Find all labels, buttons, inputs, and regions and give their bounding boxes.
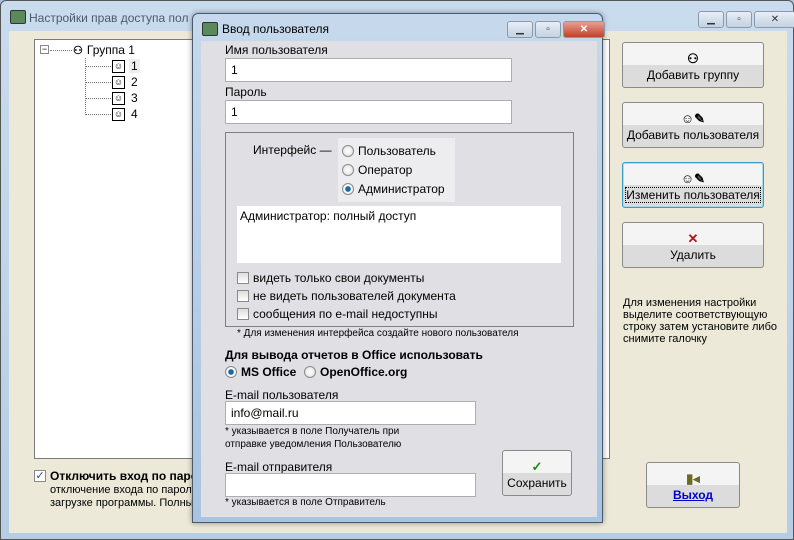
radio-selected-icon [225, 366, 237, 378]
interface-label-text: Интерфейс [253, 143, 317, 157]
checkbox-checked-icon: ✓ [34, 470, 46, 482]
hint-text: Для изменения настройки выделите соответ… [623, 297, 777, 345]
save-button[interactable]: ✓ Сохранить [502, 450, 572, 496]
user-email-note: отправке уведомления Пользователю [225, 439, 402, 450]
desc-line: загрузке программы. Полны [50, 497, 194, 509]
user-icon: ☺ [112, 107, 125, 121]
tree-user[interactable]: ☺ 2 [112, 75, 140, 89]
checkbox-icon [237, 290, 249, 302]
delete-x-icon: ✕ [687, 231, 699, 246]
interface-group: Интерфейс — Пользователь Оператор Админи… [225, 132, 574, 327]
interface-label: Интерфейс — [253, 143, 332, 157]
disable-password-checkbox[interactable]: ✓ Отключить вход по паро [34, 469, 198, 483]
radio-icon [304, 366, 316, 378]
interface-dash: — [319, 143, 332, 157]
dialog-maximize-button[interactable]: ▫ [535, 21, 561, 38]
radio-icon [342, 145, 354, 157]
interface-note: * Для изменения интерфейса создайте ново… [237, 328, 519, 339]
tree-user[interactable]: ☺ 1 [112, 59, 140, 73]
tree-group[interactable]: ⚇ Группа 1 [73, 43, 135, 57]
group-icon: ⚇ [73, 44, 83, 57]
checkbox-hide-users[interactable]: не видеть пользователей документа [237, 289, 456, 303]
user-email-label: E-mail пользователя [225, 388, 339, 402]
checkmark-icon: ✓ [531, 459, 543, 474]
add-group-button[interactable]: ⚇ Добавить группу [622, 42, 764, 88]
minimize-button[interactable]: ▁ [698, 11, 724, 28]
sender-email-input[interactable] [225, 473, 476, 497]
delete-button[interactable]: ✕ Удалить [622, 222, 764, 268]
office-label: Для вывода отчетов в Office использовать [225, 348, 483, 362]
tree-user[interactable]: ☺ 3 [112, 91, 140, 105]
add-user-button[interactable]: ☺✎ Добавить пользователя [622, 102, 764, 148]
radio-ms-office[interactable]: MS Office [225, 365, 296, 379]
group-icon: ⚇ [687, 51, 699, 66]
radio-icon [342, 164, 354, 176]
close-button[interactable]: ✕ [754, 11, 794, 28]
app-icon [10, 10, 26, 24]
collapse-icon[interactable]: − [40, 45, 49, 54]
checkbox-own-docs[interactable]: видеть только свои документы [237, 271, 424, 285]
checkbox-icon [237, 272, 249, 284]
edit-user-button[interactable]: ☺✎ Изменить пользователя [622, 162, 764, 208]
exit-button[interactable]: ▮◂ Выход [646, 462, 740, 508]
disable-password-desc: отключение входа по пароли загрузке прог… [50, 484, 198, 510]
user-icon: ☺ [112, 59, 125, 73]
checkbox-icon [237, 308, 249, 320]
user-icon: ☺ [112, 91, 125, 105]
radio-admin[interactable]: Администратор [342, 182, 445, 196]
user-input-dialog: Ввод пользователя ▁ ▫ ✕ Имя пользователя… [192, 13, 605, 523]
main-window-title: Настройки прав доступа пол [29, 11, 189, 25]
user-icon: ☺ [112, 75, 125, 89]
password-input[interactable]: 1 [225, 100, 512, 124]
dialog-icon [202, 22, 218, 36]
radio-user[interactable]: Пользователь [342, 144, 436, 158]
desc-line: отключение входа по пароли [50, 484, 198, 496]
username-label: Имя пользователя [225, 43, 328, 57]
user-email-input[interactable]: info@mail.ru [225, 401, 476, 425]
dialog-minimize-button[interactable]: ▁ [507, 21, 533, 38]
sender-email-label: E-mail отправителя [225, 460, 333, 474]
user-email-note: * указывается в поле Получатель при [225, 426, 400, 437]
checkbox-email-disabled[interactable]: сообщения по e-mail недоступны [237, 307, 438, 321]
dialog-body: Имя пользователя 1 Пароль 1 Интерфейс — … [201, 41, 597, 517]
radio-selected-icon [342, 183, 354, 195]
user-edit-icon: ☺✎ [680, 111, 706, 126]
maximize-button[interactable]: ▫ [726, 11, 752, 28]
sender-email-note: * указывается в поле Отправитель [225, 497, 386, 508]
tree-user[interactable]: ☺ 4 [112, 107, 140, 121]
dialog-close-button[interactable]: ✕ [563, 21, 605, 38]
interface-radio-group: Пользователь Оператор Администратор [338, 138, 455, 202]
interface-description: Администратор: полный доступ [237, 206, 561, 263]
username-input[interactable]: 1 [225, 58, 512, 82]
password-label: Пароль [225, 85, 267, 99]
dialog-title: Ввод пользователя [222, 22, 329, 36]
radio-operator[interactable]: Оператор [342, 163, 412, 177]
radio-openoffice[interactable]: OpenOffice.org [304, 365, 407, 379]
exit-door-icon: ▮◂ [686, 471, 700, 486]
user-edit-icon: ☺✎ [680, 171, 706, 186]
